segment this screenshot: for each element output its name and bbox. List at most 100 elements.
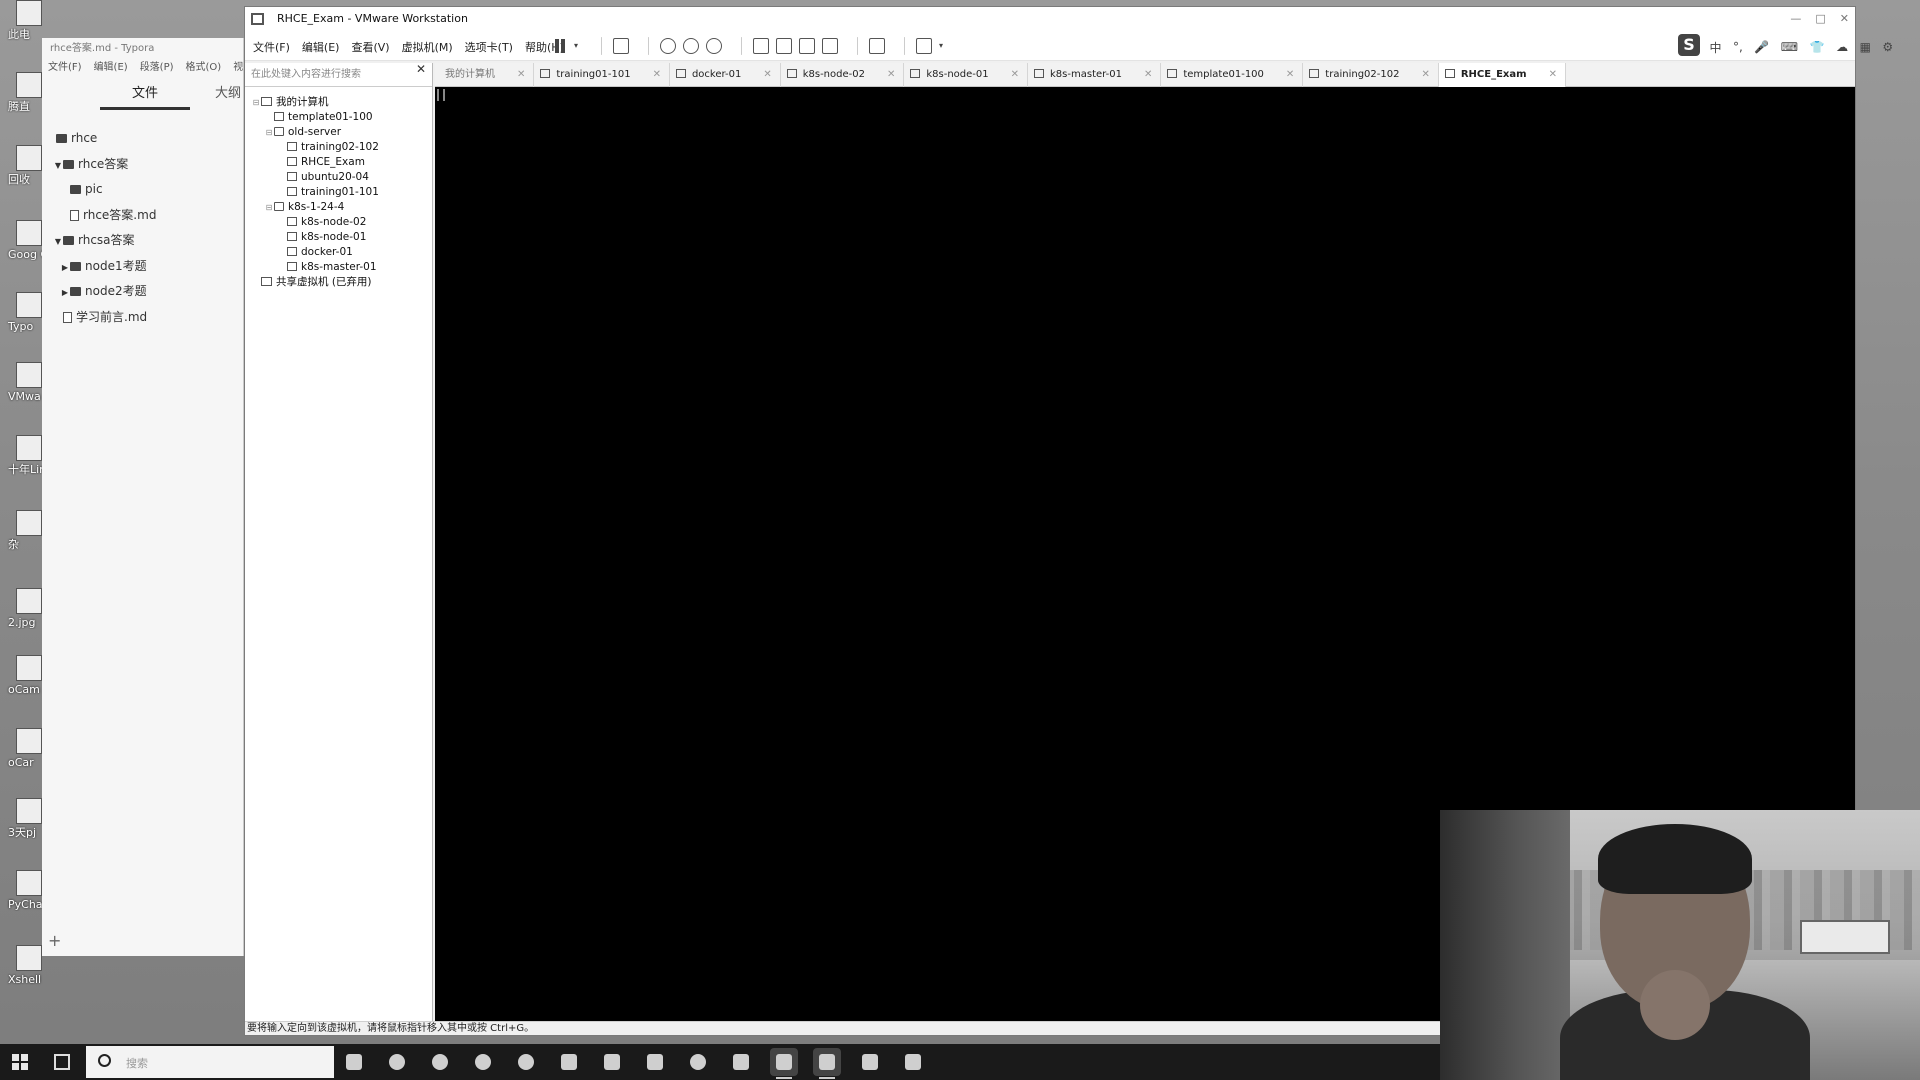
chevron-right-icon[interactable]: ▶ (60, 280, 70, 306)
tab-close-icon[interactable]: ✕ (517, 69, 525, 80)
file-explorer-icon[interactable] (727, 1048, 755, 1076)
library-item[interactable]: RHCE_Exam (245, 155, 432, 170)
menu-vm[interactable]: 虚拟机(M) (402, 41, 453, 54)
tab-close-icon[interactable]: ✕ (887, 69, 895, 80)
library-item[interactable]: training01-101 (245, 185, 432, 200)
task-view-icon[interactable] (54, 1054, 70, 1070)
library-search-input[interactable]: 在此处键入内容进行搜索 (245, 63, 432, 87)
typora-menu-format[interactable]: 格式(O) (186, 62, 222, 73)
menu-file[interactable]: 文件(F) (253, 41, 290, 54)
thumbnail-bar-icon[interactable] (776, 38, 792, 54)
settings-icon[interactable]: ⚙ (1882, 40, 1893, 54)
tree-folder[interactable]: pic (42, 177, 243, 203)
skin-icon[interactable]: 👕 (1810, 40, 1825, 54)
wechat-icon[interactable] (512, 1048, 540, 1076)
tab-close-icon[interactable]: ✕ (1011, 69, 1019, 80)
pause-icon[interactable] (555, 38, 567, 54)
chevron-down-icon[interactable]: ▼ (53, 229, 63, 255)
vm-tab[interactable]: k8s-node-01 ✕ (904, 63, 1029, 87)
fullscreen-icon[interactable] (799, 38, 815, 54)
library-item[interactable]: k8s-master-01 (245, 260, 432, 275)
chrome-icon[interactable] (383, 1048, 411, 1076)
library-item[interactable]: docker-01 (245, 245, 432, 260)
snapshot-manager-icon[interactable] (706, 38, 722, 54)
stretch-guest-icon[interactable] (916, 38, 932, 54)
taskbar-search-box[interactable]: 搜索 (86, 1046, 334, 1078)
tab-files[interactable]: 文件 (100, 82, 190, 110)
app-remote-icon[interactable] (899, 1048, 927, 1076)
collapse-icon[interactable]: ⊟ (251, 95, 261, 110)
maximize-button[interactable]: □ (1815, 12, 1825, 25)
vmware-icon[interactable] (813, 1048, 841, 1079)
vm-tab[interactable]: template01-100 ✕ (1161, 63, 1304, 87)
menu-view[interactable]: 查看(V) (351, 41, 389, 54)
vm-tab[interactable]: 我的计算机 ✕ (435, 63, 535, 87)
tab-close-icon[interactable]: ✕ (1549, 69, 1557, 80)
library-close-icon[interactable]: ✕ (416, 62, 426, 76)
library-item[interactable]: k8s-node-01 (245, 230, 432, 245)
app-file-icon[interactable] (598, 1048, 626, 1076)
typora-icon[interactable] (770, 1048, 798, 1079)
collapse-icon[interactable]: ⊟ (264, 200, 274, 215)
keyboard-icon[interactable]: ⌨ (1781, 40, 1798, 54)
vm-tab[interactable]: RHCE_Exam ✕ (1438, 63, 1566, 87)
menu-tabs[interactable]: 选项卡(T) (465, 41, 513, 54)
typora-menu-file[interactable]: 文件(F) (48, 62, 82, 73)
unity-icon[interactable] (822, 38, 838, 54)
app-photo-icon[interactable] (555, 1048, 583, 1076)
ime-lang-toggle[interactable]: 中 (1710, 39, 1722, 56)
send-ctrl-alt-del-icon[interactable] (613, 38, 629, 54)
revert-snapshot-icon[interactable] (683, 38, 699, 54)
chevron-right-icon[interactable]: ▶ (60, 255, 70, 281)
stretch-dropdown-icon[interactable]: ▾ (939, 38, 947, 54)
vm-tab[interactable]: docker-01 ✕ (670, 63, 781, 87)
tree-file[interactable]: rhce答案.md (42, 203, 243, 229)
vm-tab[interactable]: k8s-master-01 ✕ (1028, 63, 1162, 87)
typora-menu-edit[interactable]: 编辑(E) (94, 62, 128, 73)
minimize-button[interactable]: — (1790, 12, 1801, 25)
add-folder-button[interactable]: + (48, 931, 61, 950)
tab-outline[interactable]: 大纲 (215, 82, 241, 101)
tab-close-icon[interactable]: ✕ (763, 69, 771, 80)
library-item[interactable]: ⊟ 我的计算机 (245, 95, 432, 110)
app-grid-icon[interactable] (641, 1048, 669, 1076)
power-dropdown-icon[interactable]: ▾ (574, 38, 582, 54)
tree-folder[interactable]: ▼ rhce答案 (42, 152, 243, 178)
app-check-icon[interactable] (469, 1048, 497, 1076)
desktop-shortcut[interactable]: 此电 (2, 0, 62, 41)
library-item[interactable]: 共享虚拟机 (已弃用) (245, 275, 432, 290)
microphone-icon[interactable]: 🎤 (1754, 40, 1769, 54)
library-item[interactable]: template01-100 (245, 110, 432, 125)
sogou-logo-icon[interactable]: S (1678, 34, 1700, 56)
tab-close-icon[interactable]: ✕ (1286, 69, 1294, 80)
console-view-icon[interactable] (869, 38, 885, 54)
library-item[interactable]: k8s-node-02 (245, 215, 432, 230)
tree-folder[interactable]: ▶ node2考题 (42, 279, 243, 305)
library-item[interactable]: ubuntu20-04 (245, 170, 432, 185)
typora-menu-view[interactable]: 视 (233, 62, 243, 73)
tab-close-icon[interactable]: ✕ (1421, 69, 1429, 80)
typora-menu-paragraph[interactable]: 段落(P) (140, 62, 174, 73)
cloud-icon[interactable]: ☁ (1836, 40, 1848, 54)
library-item[interactable]: training02-102 (245, 140, 432, 155)
snapshot-icon[interactable] (660, 38, 676, 54)
app-compass-icon[interactable] (684, 1048, 712, 1076)
ime-punctuation-icon[interactable]: °, (1733, 40, 1743, 54)
vm-tab[interactable]: training02-102 ✕ (1303, 63, 1439, 87)
library-item[interactable]: ⊟ k8s-1-24-4 (245, 200, 432, 215)
toolbox-icon[interactable]: ▦ (1860, 40, 1871, 54)
tree-folder[interactable]: ▶ node1考题 (42, 254, 243, 280)
task-view-icon[interactable] (340, 1048, 368, 1076)
vm-tab[interactable]: training01-101 ✕ (534, 63, 670, 87)
wps-icon[interactable] (856, 1048, 884, 1076)
tree-file[interactable]: 学习前言.md (42, 305, 243, 331)
tree-folder[interactable]: rhce (42, 126, 243, 152)
chevron-down-icon[interactable]: ▼ (53, 153, 63, 179)
show-library-icon[interactable] (753, 38, 769, 54)
menu-edit[interactable]: 编辑(E) (302, 41, 340, 54)
windows-start-icon[interactable] (12, 1054, 28, 1070)
tab-close-icon[interactable]: ✕ (653, 69, 661, 80)
collapse-icon[interactable]: ⊟ (264, 125, 274, 140)
tree-folder[interactable]: ▼ rhcsa答案 (42, 228, 243, 254)
library-item[interactable]: ⊟ old-server (245, 125, 432, 140)
